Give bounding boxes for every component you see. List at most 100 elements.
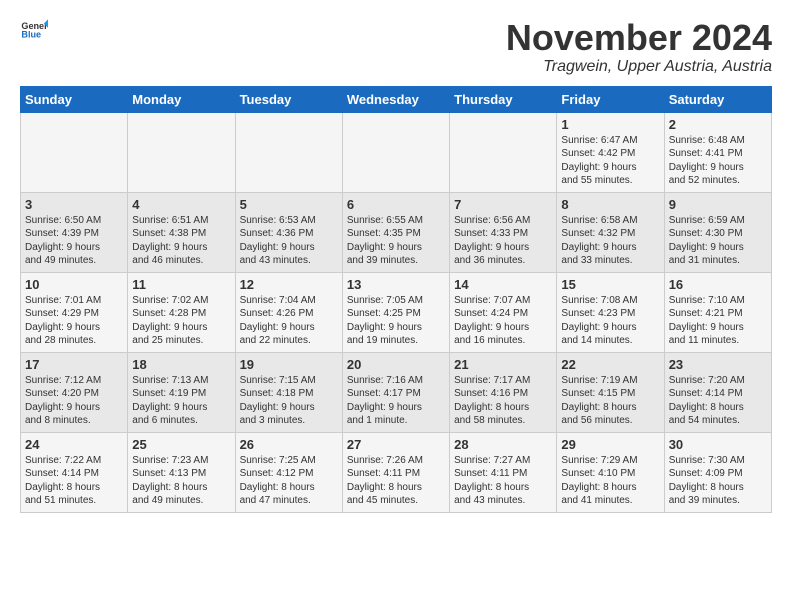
day-info: Sunrise: 6:55 AM Sunset: 4:35 PM Dayligh…	[347, 214, 445, 268]
day-number: 22	[561, 357, 659, 372]
calendar-cell: 1Sunrise: 6:47 AM Sunset: 4:42 PM Daylig…	[557, 112, 664, 192]
day-info: Sunrise: 7:29 AM Sunset: 4:10 PM Dayligh…	[561, 454, 659, 508]
th-monday: Monday	[128, 86, 235, 112]
calendar-cell	[342, 112, 449, 192]
calendar-cell	[128, 112, 235, 192]
calendar-cell: 12Sunrise: 7:04 AM Sunset: 4:26 PM Dayli…	[235, 272, 342, 352]
day-number: 15	[561, 277, 659, 292]
calendar-cell: 18 Sunrise: 7:13 AM Sunset: 4:19 PM Dayli…	[128, 352, 235, 432]
calendar-cell: 6 Sunrise: 6:55 AM Sunset: 4:35 PM Daylig…	[342, 192, 449, 272]
week-row-4: 24 Sunrise: 7:22 AM Sunset: 4:14 PM Dayli…	[21, 432, 772, 512]
header-row: Sunday Monday Tuesday Wednesday Thursday…	[21, 86, 772, 112]
day-number: 17	[25, 357, 123, 372]
day-info: Sunrise: 7:23 AM Sunset: 4:13 PM Dayligh…	[132, 454, 230, 508]
calendar-cell: 3Sunrise: 6:50 AM Sunset: 4:39 PM Daylig…	[21, 192, 128, 272]
day-number: 30	[669, 437, 767, 452]
day-info: Sunrise: 7:25 AM Sunset: 4:12 PM Dayligh…	[240, 454, 338, 508]
day-number: 5	[240, 197, 338, 212]
month-title: November 2024	[506, 18, 772, 58]
day-number: 2	[669, 117, 767, 132]
day-info: Sunrise: 6:50 AM Sunset: 4:39 PM Dayligh…	[25, 214, 123, 268]
calendar-cell: 25 Sunrise: 7:23 AM Sunset: 4:13 PM Dayli…	[128, 432, 235, 512]
calendar-cell: 22 Sunrise: 7:19 AM Sunset: 4:15 PM Dayli…	[557, 352, 664, 432]
day-number: 1	[561, 117, 659, 132]
day-number: 19	[240, 357, 338, 372]
day-info: Sunrise: 7:19 AM Sunset: 4:15 PM Dayligh…	[561, 374, 659, 428]
calendar-cell: 10 Sunrise: 7:01 AM Sunset: 4:29 PM Dayli…	[21, 272, 128, 352]
day-number: 21	[454, 357, 552, 372]
calendar-cell: 5 Sunrise: 6:53 AM Sunset: 4:36 PM Daylig…	[235, 192, 342, 272]
day-number: 13	[347, 277, 445, 292]
day-info: Sunrise: 7:22 AM Sunset: 4:14 PM Dayligh…	[25, 454, 123, 508]
week-row-1: 3Sunrise: 6:50 AM Sunset: 4:39 PM Daylig…	[21, 192, 772, 272]
day-info: Sunrise: 7:05 AM Sunset: 4:25 PM Dayligh…	[347, 294, 445, 348]
day-info: Sunrise: 6:48 AM Sunset: 4:41 PM Dayligh…	[669, 134, 767, 188]
day-number: 26	[240, 437, 338, 452]
day-number: 7	[454, 197, 552, 212]
title-area: November 2024 Tragwein, Upper Austria, A…	[506, 18, 772, 76]
calendar-table: Sunday Monday Tuesday Wednesday Thursday…	[20, 86, 772, 513]
day-number: 16	[669, 277, 767, 292]
day-info: Sunrise: 7:02 AM Sunset: 4:28 PM Dayligh…	[132, 294, 230, 348]
day-number: 11	[132, 277, 230, 292]
day-number: 24	[25, 437, 123, 452]
calendar-cell: 4 Sunrise: 6:51 AM Sunset: 4:38 PM Daylig…	[128, 192, 235, 272]
day-info: Sunrise: 7:04 AM Sunset: 4:26 PM Dayligh…	[240, 294, 338, 348]
day-info: Sunrise: 7:26 AM Sunset: 4:11 PM Dayligh…	[347, 454, 445, 508]
week-row-3: 17 Sunrise: 7:12 AM Sunset: 4:20 PM Dayli…	[21, 352, 772, 432]
day-number: 8	[561, 197, 659, 212]
calendar-cell: 21Sunrise: 7:17 AM Sunset: 4:16 PM Dayli…	[450, 352, 557, 432]
calendar-cell: 28 Sunrise: 7:27 AM Sunset: 4:11 PM Dayli…	[450, 432, 557, 512]
calendar-cell: 7 Sunrise: 6:56 AM Sunset: 4:33 PM Daylig…	[450, 192, 557, 272]
calendar-cell: 13 Sunrise: 7:05 AM Sunset: 4:25 PM Dayli…	[342, 272, 449, 352]
day-number: 9	[669, 197, 767, 212]
calendar-cell: 16 Sunrise: 7:10 AM Sunset: 4:21 PM Dayli…	[664, 272, 771, 352]
day-info: Sunrise: 6:53 AM Sunset: 4:36 PM Dayligh…	[240, 214, 338, 268]
page: General Blue November 2024 Tragwein, Upp…	[0, 0, 792, 523]
calendar-cell: 2 Sunrise: 6:48 AM Sunset: 4:41 PM Daylig…	[664, 112, 771, 192]
day-number: 4	[132, 197, 230, 212]
logo-icon: General Blue	[20, 18, 48, 46]
day-number: 18	[132, 357, 230, 372]
day-info: Sunrise: 6:58 AM Sunset: 4:32 PM Dayligh…	[561, 214, 659, 268]
day-info: Sunrise: 7:01 AM Sunset: 4:29 PM Dayligh…	[25, 294, 123, 348]
calendar-cell: 17 Sunrise: 7:12 AM Sunset: 4:20 PM Dayli…	[21, 352, 128, 432]
calendar-cell: 30Sunrise: 7:30 AM Sunset: 4:09 PM Dayli…	[664, 432, 771, 512]
day-info: Sunrise: 7:08 AM Sunset: 4:23 PM Dayligh…	[561, 294, 659, 348]
calendar-cell: 23 Sunrise: 7:20 AM Sunset: 4:14 PM Dayli…	[664, 352, 771, 432]
day-info: Sunrise: 7:20 AM Sunset: 4:14 PM Dayligh…	[669, 374, 767, 428]
th-friday: Friday	[557, 86, 664, 112]
calendar-cell: 29 Sunrise: 7:29 AM Sunset: 4:10 PM Dayli…	[557, 432, 664, 512]
th-thursday: Thursday	[450, 86, 557, 112]
day-info: Sunrise: 7:13 AM Sunset: 4:19 PM Dayligh…	[132, 374, 230, 428]
day-info: Sunrise: 7:07 AM Sunset: 4:24 PM Dayligh…	[454, 294, 552, 348]
calendar-cell	[450, 112, 557, 192]
day-number: 27	[347, 437, 445, 452]
day-number: 28	[454, 437, 552, 452]
calendar-cell	[235, 112, 342, 192]
svg-text:Blue: Blue	[21, 30, 41, 40]
day-info: Sunrise: 7:15 AM Sunset: 4:18 PM Dayligh…	[240, 374, 338, 428]
day-info: Sunrise: 7:10 AM Sunset: 4:21 PM Dayligh…	[669, 294, 767, 348]
day-number: 23	[669, 357, 767, 372]
calendar-cell: 8 Sunrise: 6:58 AM Sunset: 4:32 PM Daylig…	[557, 192, 664, 272]
day-number: 29	[561, 437, 659, 452]
calendar-cell: 27 Sunrise: 7:26 AM Sunset: 4:11 PM Dayli…	[342, 432, 449, 512]
day-info: Sunrise: 7:16 AM Sunset: 4:17 PM Dayligh…	[347, 374, 445, 428]
day-info: Sunrise: 7:27 AM Sunset: 4:11 PM Dayligh…	[454, 454, 552, 508]
day-info: Sunrise: 6:56 AM Sunset: 4:33 PM Dayligh…	[454, 214, 552, 268]
week-row-0: 1Sunrise: 6:47 AM Sunset: 4:42 PM Daylig…	[21, 112, 772, 192]
day-info: Sunrise: 7:12 AM Sunset: 4:20 PM Dayligh…	[25, 374, 123, 428]
day-number: 10	[25, 277, 123, 292]
day-number: 14	[454, 277, 552, 292]
day-info: Sunrise: 6:51 AM Sunset: 4:38 PM Dayligh…	[132, 214, 230, 268]
day-number: 25	[132, 437, 230, 452]
location-subtitle: Tragwein, Upper Austria, Austria	[506, 58, 772, 76]
day-number: 6	[347, 197, 445, 212]
th-wednesday: Wednesday	[342, 86, 449, 112]
calendar-cell: 19 Sunrise: 7:15 AM Sunset: 4:18 PM Dayli…	[235, 352, 342, 432]
calendar-cell: 20Sunrise: 7:16 AM Sunset: 4:17 PM Dayli…	[342, 352, 449, 432]
th-tuesday: Tuesday	[235, 86, 342, 112]
calendar-cell: 14 Sunrise: 7:07 AM Sunset: 4:24 PM Dayli…	[450, 272, 557, 352]
calendar-cell: 9Sunrise: 6:59 AM Sunset: 4:30 PM Daylig…	[664, 192, 771, 272]
